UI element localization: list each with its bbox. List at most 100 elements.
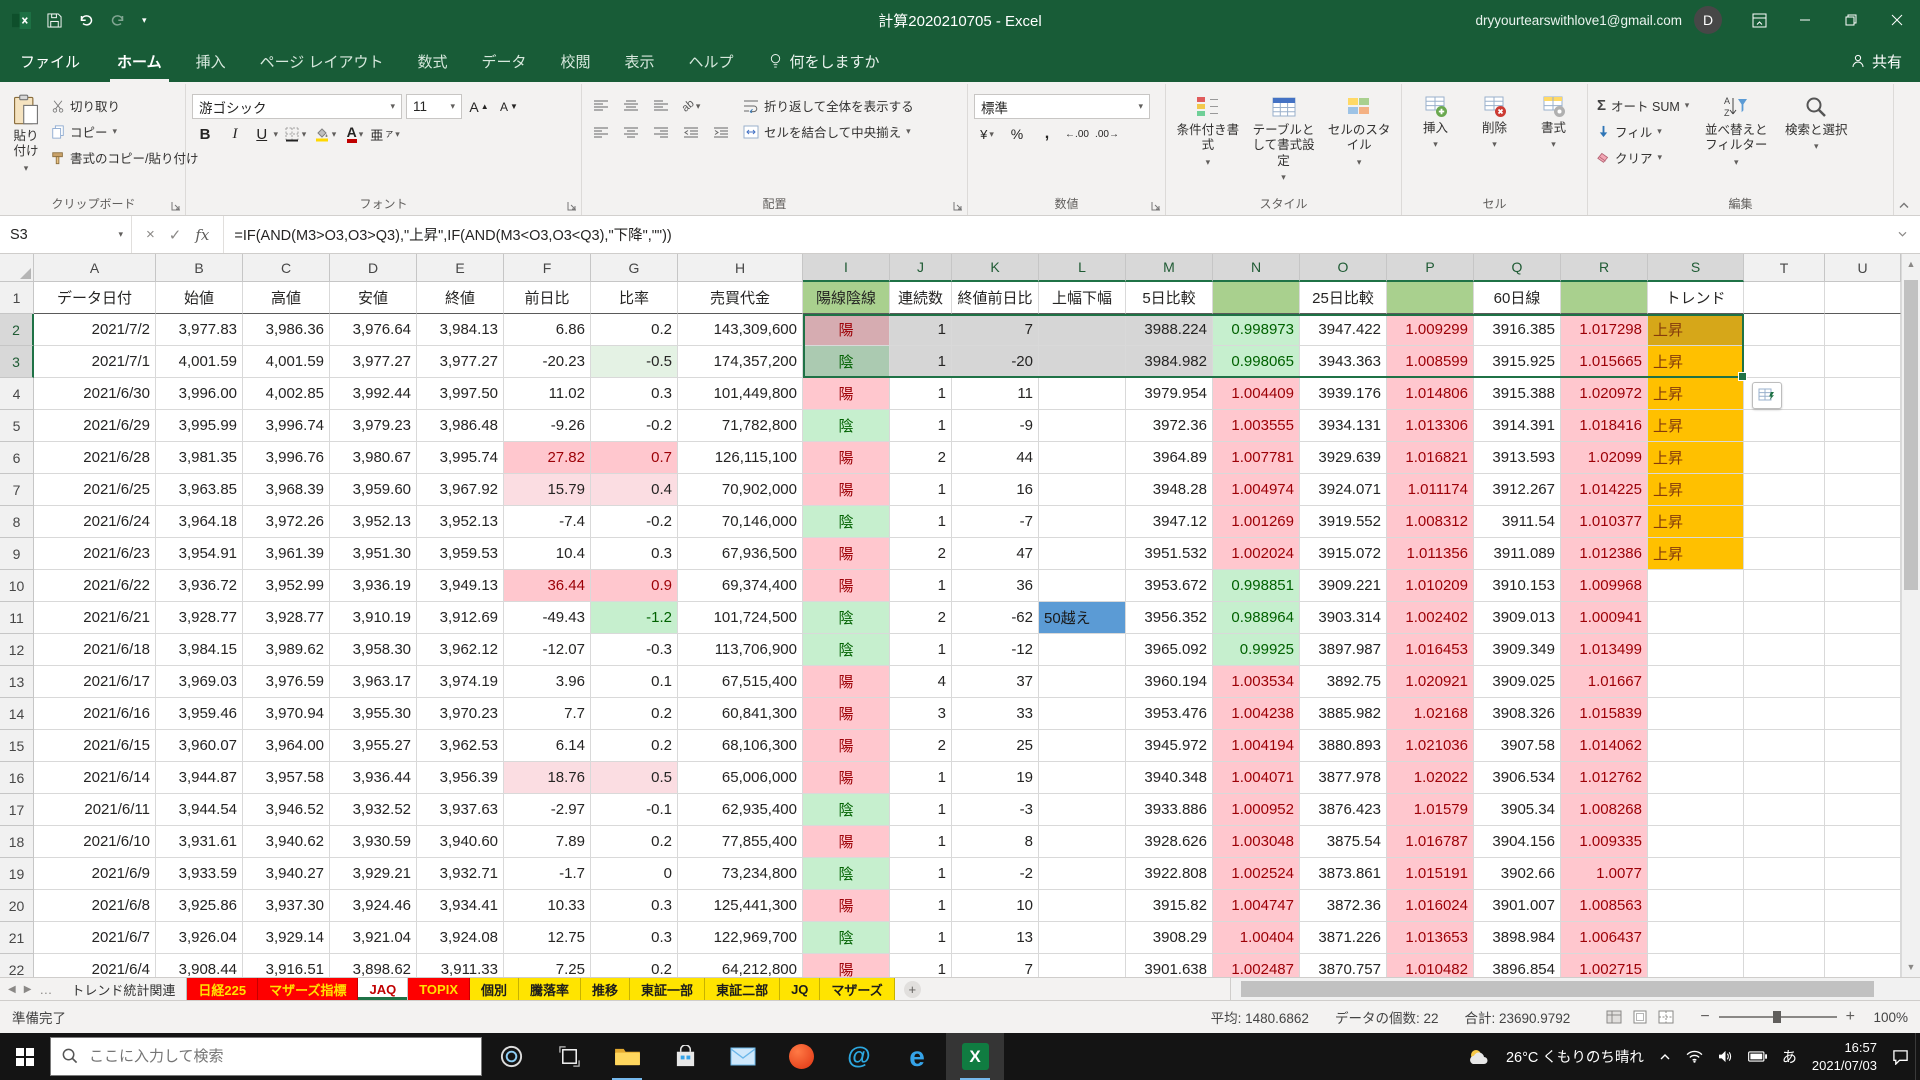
cell-C14[interactable]: 3,970.94 — [243, 698, 330, 730]
cell-M9[interactable]: 3951.532 — [1126, 538, 1213, 570]
cell-O16[interactable]: 3877.978 — [1300, 762, 1387, 794]
cell-T7[interactable] — [1744, 474, 1825, 506]
cell-A6[interactable]: 2021/6/28 — [34, 442, 156, 474]
cell-G22[interactable]: 0.2 — [591, 954, 678, 977]
start-button[interactable] — [0, 1033, 50, 1080]
cell-M2[interactable]: 3988.224 — [1126, 314, 1213, 346]
col-header-K[interactable]: K — [952, 254, 1039, 282]
cell-O2[interactable]: 3947.422 — [1300, 314, 1387, 346]
cell-K10[interactable]: 36 — [952, 570, 1039, 602]
col-header-H[interactable]: H — [678, 254, 803, 282]
cell-U19[interactable] — [1825, 858, 1901, 890]
cell-D7[interactable]: 3,959.60 — [330, 474, 417, 506]
cell-R5[interactable]: 1.018416 — [1561, 410, 1648, 442]
cell-K15[interactable]: 25 — [952, 730, 1039, 762]
cell-K5[interactable]: -9 — [952, 410, 1039, 442]
cell-J9[interactable]: 2 — [890, 538, 952, 570]
cell-H16[interactable]: 65,006,000 — [678, 762, 803, 794]
cell-B7[interactable]: 3,963.85 — [156, 474, 243, 506]
align-bottom-icon[interactable] — [648, 94, 674, 118]
cell-P5[interactable]: 1.013306 — [1387, 410, 1474, 442]
col-header-C[interactable]: C — [243, 254, 330, 282]
zoom-level[interactable]: 100% — [1864, 1010, 1908, 1025]
cell-I11[interactable]: 陰 — [803, 602, 890, 634]
zoom-in-icon[interactable]: + — [1846, 1008, 1855, 1026]
ime-indicator[interactable]: あ — [1782, 1046, 1797, 1067]
cell-M22[interactable]: 3901.638 — [1126, 954, 1213, 977]
row-header-8[interactable]: 8 — [0, 506, 34, 538]
cell-T1[interactable] — [1744, 282, 1825, 314]
network-icon[interactable] — [1686, 1050, 1703, 1063]
cell-Q7[interactable]: 3912.267 — [1474, 474, 1561, 506]
cell-O12[interactable]: 3897.987 — [1300, 634, 1387, 666]
cell-B21[interactable]: 3,926.04 — [156, 922, 243, 954]
status-count[interactable]: データの個数: 22 — [1335, 1007, 1439, 1027]
cell-F16[interactable]: 18.76 — [504, 762, 591, 794]
cell-O21[interactable]: 3871.226 — [1300, 922, 1387, 954]
cell-C12[interactable]: 3,989.62 — [243, 634, 330, 666]
row-header-17[interactable]: 17 — [0, 794, 34, 826]
cell-T22[interactable] — [1744, 954, 1825, 977]
cell-O6[interactable]: 3929.639 — [1300, 442, 1387, 474]
sheet-prev-icon[interactable]: ◀ — [8, 984, 16, 995]
cell-K6[interactable]: 44 — [952, 442, 1039, 474]
cell-J6[interactable]: 2 — [890, 442, 952, 474]
cell-E19[interactable]: 3,932.71 — [417, 858, 504, 890]
alignment-dialog-launcher-icon[interactable] — [953, 201, 963, 211]
cell-G1[interactable]: 比率 — [591, 282, 678, 314]
cell-O5[interactable]: 3934.131 — [1300, 410, 1387, 442]
action-center-icon[interactable] — [1892, 1049, 1909, 1065]
cell-I15[interactable]: 陽 — [803, 730, 890, 762]
cell-K18[interactable]: 8 — [952, 826, 1039, 858]
cell-J21[interactable]: 1 — [890, 922, 952, 954]
cell-A14[interactable]: 2021/6/16 — [34, 698, 156, 730]
cell-C9[interactable]: 3,961.39 — [243, 538, 330, 570]
cell-N12[interactable]: 0.99925 — [1213, 634, 1300, 666]
cell-D2[interactable]: 3,976.64 — [330, 314, 417, 346]
cell-N7[interactable]: 1.004974 — [1213, 474, 1300, 506]
cell-B14[interactable]: 3,959.46 — [156, 698, 243, 730]
cell-G18[interactable]: 0.2 — [591, 826, 678, 858]
cell-L5[interactable] — [1039, 410, 1126, 442]
cell-T15[interactable] — [1744, 730, 1825, 762]
merge-center-button[interactable]: セルを結合して中央揃え ▾ — [740, 120, 917, 143]
col-header-T[interactable]: T — [1744, 254, 1825, 282]
cell-Q11[interactable]: 3909.013 — [1474, 602, 1561, 634]
cell-O10[interactable]: 3909.221 — [1300, 570, 1387, 602]
cell-U16[interactable] — [1825, 762, 1901, 794]
cell-S19[interactable] — [1648, 858, 1744, 890]
cell-M1[interactable]: 5日比較 — [1126, 282, 1213, 314]
cell-C8[interactable]: 3,972.26 — [243, 506, 330, 538]
cell-N4[interactable]: 1.004409 — [1213, 378, 1300, 410]
cell-G17[interactable]: -0.1 — [591, 794, 678, 826]
cell-S18[interactable] — [1648, 826, 1744, 858]
cell-B20[interactable]: 3,925.86 — [156, 890, 243, 922]
cell-U2[interactable] — [1825, 314, 1901, 346]
cell-J15[interactable]: 2 — [890, 730, 952, 762]
col-header-G[interactable]: G — [591, 254, 678, 282]
row-header-9[interactable]: 9 — [0, 538, 34, 570]
cell-H2[interactable]: 143,309,600 — [678, 314, 803, 346]
cell-R12[interactable]: 1.013499 — [1561, 634, 1648, 666]
cell-A21[interactable]: 2021/6/7 — [34, 922, 156, 954]
cell-L10[interactable] — [1039, 570, 1126, 602]
cell-R21[interactable]: 1.006437 — [1561, 922, 1648, 954]
cell-R22[interactable]: 1.002715 — [1561, 954, 1648, 977]
weather-icon[interactable] — [1467, 1048, 1491, 1066]
cell-O11[interactable]: 3903.314 — [1300, 602, 1387, 634]
cell-M19[interactable]: 3922.808 — [1126, 858, 1213, 890]
cell-P18[interactable]: 1.016787 — [1387, 826, 1474, 858]
cell-P21[interactable]: 1.013653 — [1387, 922, 1474, 954]
cell-K13[interactable]: 37 — [952, 666, 1039, 698]
cell-C3[interactable]: 4,001.59 — [243, 346, 330, 378]
fill-color-icon[interactable]: ▾ — [312, 122, 338, 146]
cell-L14[interactable] — [1039, 698, 1126, 730]
cell-S20[interactable] — [1648, 890, 1744, 922]
cell-U14[interactable] — [1825, 698, 1901, 730]
cell-L18[interactable] — [1039, 826, 1126, 858]
col-header-P[interactable]: P — [1387, 254, 1474, 282]
cell-P1[interactable] — [1387, 282, 1474, 314]
cell-D11[interactable]: 3,910.19 — [330, 602, 417, 634]
cell-S2[interactable]: 上昇 — [1648, 314, 1744, 346]
cell-B8[interactable]: 3,964.18 — [156, 506, 243, 538]
